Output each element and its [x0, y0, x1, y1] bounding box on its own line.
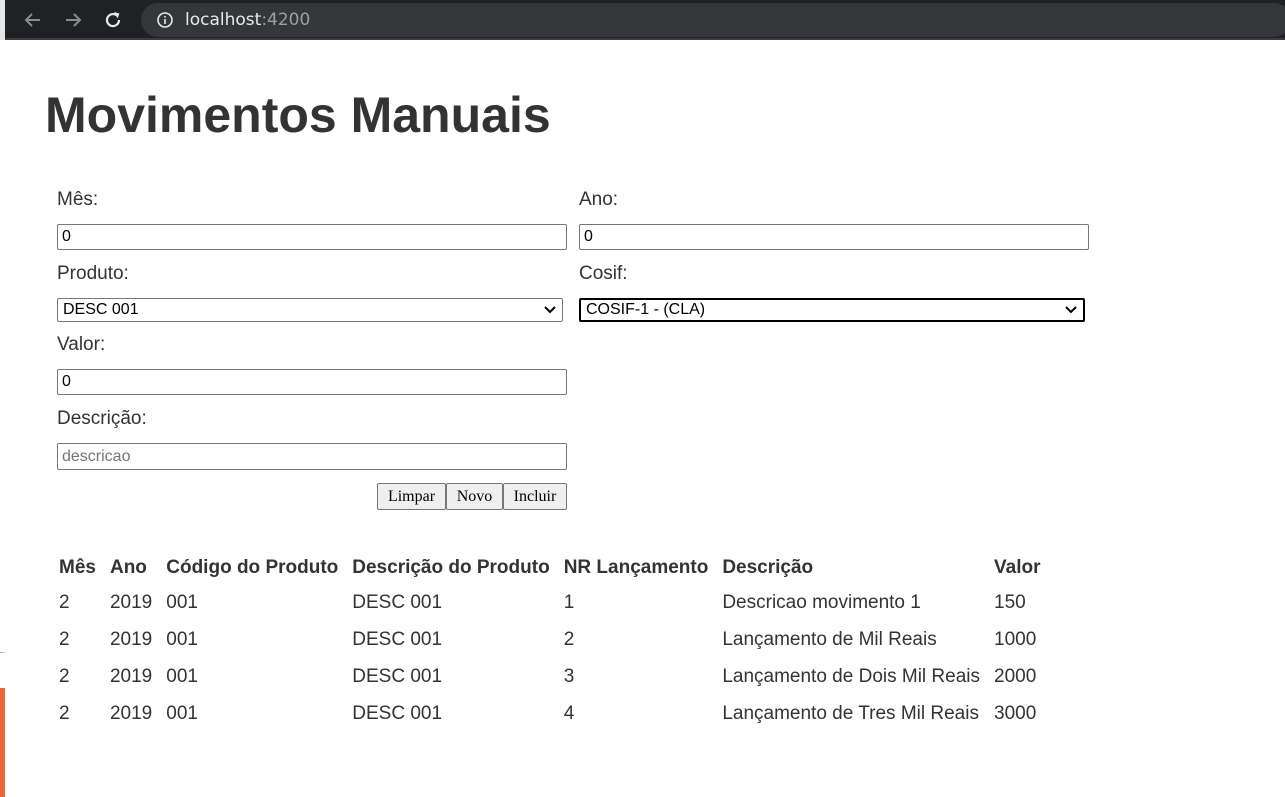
table-cell: Descricao movimento 1 [722, 592, 921, 613]
cosif-label: Cosif: [579, 263, 628, 284]
descricao-label: Descrição: [57, 408, 147, 429]
valor-label: Valor: [57, 334, 106, 355]
table-cell: 2019 [109, 629, 153, 650]
movimentos-table: Mês Ano Código do Produto Descrição do P… [52, 551, 1048, 733]
table-cell: 2 [59, 592, 70, 613]
table-cell: DESC 001 [352, 666, 443, 687]
mes-label: Mês: [57, 189, 99, 210]
produto-label: Produto: [57, 263, 129, 284]
table-cell: DESC 001 [352, 629, 443, 650]
chevron-down-icon [1065, 306, 1077, 314]
table-cell: DESC 001 [352, 592, 443, 613]
forward-button[interactable] [59, 6, 87, 34]
reload-icon [105, 12, 121, 28]
ano-label: Ano: [579, 189, 619, 210]
reload-button[interactable] [99, 6, 127, 34]
column-header: NR Lançamento [563, 557, 709, 578]
table-cell: 2019 [109, 666, 153, 687]
ano-input[interactable] [579, 224, 1089, 250]
table-cell: 2 [59, 666, 70, 687]
table-cell: 2019 [109, 703, 153, 724]
url-port: :4200 [261, 10, 311, 30]
mes-input[interactable] [57, 224, 567, 250]
column-header: Ano [109, 557, 147, 578]
column-header: Descrição [722, 557, 814, 578]
back-button[interactable] [19, 6, 47, 34]
table-cell: 1000 [994, 629, 1037, 650]
table-cell: 150 [994, 592, 1026, 613]
table-cell: 001 [166, 592, 198, 613]
address-bar[interactable]: localhost:4200 [141, 3, 1285, 37]
browser-toolbar: localhost:4200 [5, 0, 1285, 40]
window-edge-line [0, 652, 5, 653]
info-icon[interactable] [155, 10, 175, 30]
column-header: Valor [994, 557, 1041, 578]
table-cell: 2 [59, 629, 70, 650]
table-row: 2 2019 001 DESC 001 1 Descricao moviment… [52, 585, 1048, 622]
table-cell: 001 [166, 703, 198, 724]
column-header: Código do Produto [166, 557, 339, 578]
table-cell: Lançamento de Mil Reais [722, 629, 937, 650]
table-cell: 001 [166, 666, 198, 687]
table-cell: 2019 [109, 592, 153, 613]
table-cell: 2000 [994, 666, 1037, 687]
address-text: localhost:4200 [185, 10, 310, 30]
chevron-down-icon [544, 306, 556, 314]
arrow-right-icon [66, 13, 82, 27]
table-row: 2 2019 001 DESC 001 2 Lançamento de Mil … [52, 622, 1048, 659]
table-cell: Lançamento de Tres Mil Reais [722, 703, 979, 724]
table-header-row: Mês Ano Código do Produto Descrição do P… [52, 551, 1048, 585]
page-title: Movimentos Manuais [45, 87, 551, 143]
table-row: 2 2019 001 DESC 001 3 Lançamento de Dois… [52, 659, 1048, 696]
column-header: Descrição do Produto [352, 557, 550, 578]
produto-selected-value: DESC 001 [63, 301, 139, 318]
cosif-select[interactable]: COSIF-1 - (CLA) [579, 298, 1085, 322]
table-cell: 4 [563, 703, 575, 724]
valor-input[interactable] [57, 369, 567, 395]
table-cell: 3000 [994, 703, 1037, 724]
table-cell: 3 [563, 666, 575, 687]
incluir-button[interactable]: Incluir [503, 483, 567, 510]
table-cell: 1 [563, 592, 575, 613]
arrow-left-icon [24, 13, 40, 27]
table-cell: 2 [563, 629, 575, 650]
produto-select[interactable]: DESC 001 [57, 298, 563, 322]
novo-button[interactable]: Novo [446, 483, 503, 510]
table-row: 2 2019 001 DESC 001 4 Lançamento de Tres… [52, 696, 1048, 733]
column-header: Mês [59, 557, 96, 578]
url-host: localhost [185, 10, 262, 30]
table-cell: 001 [166, 629, 198, 650]
limpar-button[interactable]: Limpar [377, 483, 446, 510]
toolbar-divider [5, 38, 1285, 40]
window-edge-accent [0, 688, 5, 797]
table-cell: DESC 001 [352, 703, 443, 724]
cosif-selected-value: COSIF-1 - (CLA) [586, 301, 706, 318]
table-cell: Lançamento de Dois Mil Reais [722, 666, 981, 687]
table-cell: 2 [59, 703, 70, 724]
descricao-input[interactable] [57, 443, 567, 470]
